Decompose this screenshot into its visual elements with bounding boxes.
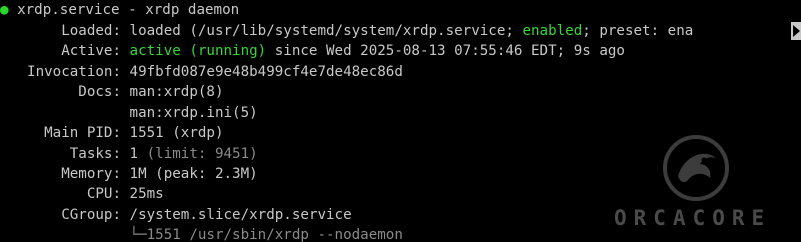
memory-value: 1M (peak: 2.3M) bbox=[129, 166, 258, 182]
invocation-line: Invocation: 49fbfd087e9e48b499cf4e7de48e… bbox=[0, 63, 403, 82]
loaded-prefix: loaded (/usr/lib/systemd/system/xrdp.ser… bbox=[129, 23, 523, 39]
docs-line: Docs: man:xrdp(8) bbox=[0, 83, 224, 102]
enabled-status: enabled bbox=[522, 23, 583, 39]
cgroup-process: 1551 /usr/sbin/xrdp --nodaemon bbox=[146, 227, 403, 242]
invocation-key: Invocation: bbox=[27, 64, 121, 80]
status-dot-icon: ● bbox=[0, 2, 9, 18]
loaded-line: Loaded: loaded (/usr/lib/systemd/system/… bbox=[0, 22, 693, 41]
memory-line: Memory: 1M (peak: 2.3M) bbox=[0, 165, 258, 184]
loaded-key: Loaded: bbox=[61, 23, 121, 39]
terminal-window[interactable]: ● xrdp.service - xrdp daemon Loaded: loa… bbox=[0, 0, 801, 242]
cgroup-key: CGroup: bbox=[61, 207, 121, 223]
cpu-line: CPU: 25ms bbox=[0, 185, 164, 204]
cpu-value: 25ms bbox=[129, 186, 164, 202]
truncation-arrow-icon bbox=[793, 25, 800, 37]
docs-line-2: man:xrdp.ini(5) bbox=[0, 104, 258, 123]
main-pid-value: 1551 (xrdp) bbox=[129, 125, 224, 141]
active-key: Active: bbox=[61, 43, 121, 59]
docs-value: man:xrdp.ini(5) bbox=[129, 105, 258, 121]
memory-key: Memory: bbox=[61, 166, 121, 182]
tasks-value: 1 bbox=[129, 146, 147, 162]
main-pid-key: Main PID: bbox=[44, 125, 121, 141]
service-title: xrdp.service - xrdp daemon bbox=[17, 2, 240, 18]
watermark: ORCACORE bbox=[606, 134, 786, 234]
active-line: Active: active (running) since Wed 2025-… bbox=[0, 42, 625, 61]
tasks-limit: (limit: 9451) bbox=[146, 146, 258, 162]
cgroup-process-line: └─1551 /usr/sbin/xrdp --nodaemon bbox=[0, 226, 403, 242]
watermark-text: ORCACORE bbox=[614, 206, 772, 230]
orca-logo-icon bbox=[663, 135, 729, 201]
active-status: active (running) bbox=[129, 43, 267, 59]
cgroup-line: CGroup: /system.slice/xrdp.service bbox=[0, 206, 352, 225]
main-pid-line: Main PID: 1551 (xrdp) bbox=[0, 124, 224, 143]
tasks-key: Tasks: bbox=[69, 146, 121, 162]
service-header-line: ● xrdp.service - xrdp daemon bbox=[0, 1, 239, 20]
active-since: since Wed 2025-08-13 07:55:46 EDT; 9s ag… bbox=[266, 43, 625, 59]
cpu-key: CPU: bbox=[86, 186, 121, 202]
loaded-suffix: ; preset: ena bbox=[582, 23, 694, 39]
tree-branch: └─ bbox=[129, 227, 147, 242]
invocation-value: 49fbfd087e9e48b499cf4e7de48ec86d bbox=[129, 64, 403, 80]
docs-key: Docs: bbox=[78, 84, 121, 100]
docs-value: man:xrdp(8) bbox=[129, 84, 224, 100]
cgroup-value: /system.slice/xrdp.service bbox=[129, 207, 352, 223]
tasks-line: Tasks: 1 (limit: 9451) bbox=[0, 145, 258, 164]
